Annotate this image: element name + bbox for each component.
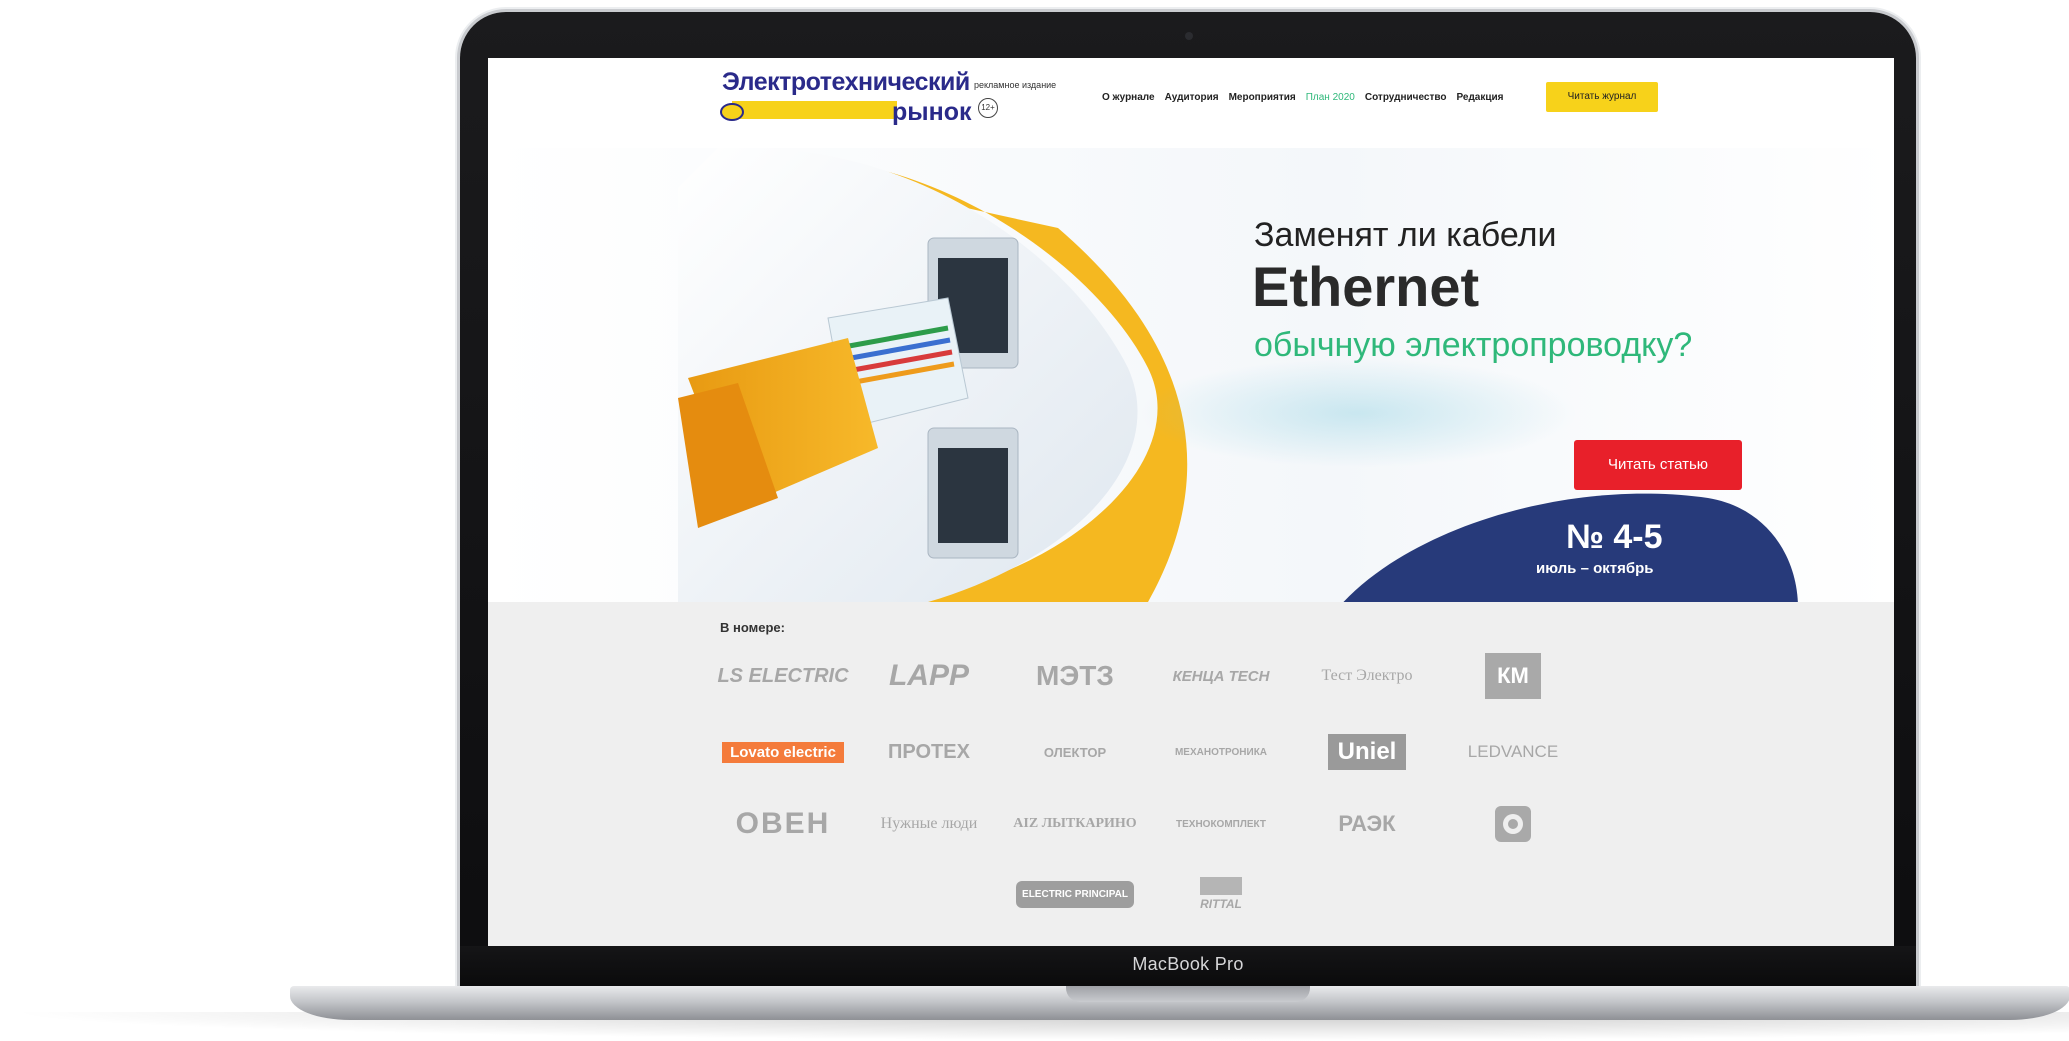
logo-line2: рынок	[892, 98, 972, 126]
partner-logo-olektor[interactable]: ОЛЕКТОР	[1010, 726, 1140, 778]
partner-logo-aiz[interactable]: AIZ ЛЫТКАРИНО	[1010, 798, 1140, 850]
partner-logo-ls-electric[interactable]: LS ELECTRIC	[717, 650, 848, 702]
partner-logo-tehnokomplekt[interactable]: ТЕХНОКОМПЛЕКТ	[1156, 798, 1286, 850]
partner-logo-uniel[interactable]: Uniel	[1302, 726, 1432, 778]
nav-item-events[interactable]: Мероприятия	[1229, 92, 1296, 103]
logo-disc-icon	[720, 103, 744, 121]
partner-logo-metz[interactable]: МЭТЗ	[1010, 650, 1140, 702]
issue-dates: июль – октябрь	[1536, 560, 1654, 577]
site-logo[interactable]: Электротехнический рынок	[720, 68, 972, 128]
partner-logo-test-elektro[interactable]: Тест Электро	[1302, 650, 1432, 702]
partner-logo-proteh[interactable]: ПРОТЕХ	[864, 726, 994, 778]
nav-item-about[interactable]: О журнале	[1102, 92, 1155, 103]
partner-logo-lovato[interactable]: Lovato electric	[718, 726, 848, 778]
logo-subtitle: рекламное издание	[974, 80, 1057, 90]
hero-title-line3: обычную электропроводку?	[1254, 326, 1693, 364]
age-rating-badge: 12+	[978, 98, 998, 118]
nav-item-editorial[interactable]: Редакция	[1456, 92, 1503, 103]
partner-logo-rittal[interactable]: RITTAL	[1156, 868, 1286, 920]
partner-logo-electric-principal[interactable]: ELECTRIC PRINCIPAL	[1010, 868, 1140, 920]
partner-logo-raek[interactable]: РАЭК	[1302, 798, 1432, 850]
logo-yellow-bar	[732, 101, 897, 119]
laptop-screen: Электротехнический рынок рекламное издан…	[488, 58, 1894, 950]
partner-logo-ledvance[interactable]: LEDVANCE	[1448, 726, 1578, 778]
site-header: Электротехнический рынок рекламное издан…	[488, 58, 1894, 149]
hero-title-line2: Ethernet	[1252, 255, 1480, 318]
issue-number: № 4-5	[1566, 518, 1663, 556]
partner-logo-oven[interactable]: ОВЕН	[718, 798, 848, 850]
logo-line1: Электротехнический	[722, 68, 970, 96]
partner-logo-lapp[interactable]: LAPP	[864, 650, 994, 702]
laptop-lid: Электротехнический рынок рекламное издан…	[460, 12, 1916, 984]
partners-section: В номере: LS ELECTRIC LAPP МЭТЗ КЕНЦА TE…	[488, 602, 1894, 950]
laptop-notch	[1066, 986, 1310, 1002]
partner-logo-mehanotronika[interactable]: МЕХАНОТРОНИКА	[1156, 726, 1286, 778]
main-nav: О журнале Аудитория Мероприятия План 202…	[1102, 92, 1504, 103]
camera-icon	[1185, 32, 1193, 40]
nav-item-audience[interactable]: Аудитория	[1165, 92, 1219, 103]
partner-logo-nuzhnye-lyudi[interactable]: Нужные люди	[864, 798, 994, 850]
laptop-chin: MacBook Pro	[460, 946, 1916, 988]
read-journal-button[interactable]: Читать журнал	[1546, 82, 1658, 112]
hero-title-line1: Заменят ли кабели	[1254, 216, 1557, 254]
nav-item-cooperation[interactable]: Сотрудничество	[1365, 92, 1447, 103]
partner-logo-emblem[interactable]	[1448, 798, 1578, 850]
nav-item-plan[interactable]: План 2020	[1306, 92, 1355, 103]
hero-banner: Заменят ли кабели Ethernet обычную элект…	[488, 148, 1894, 602]
emblem-icon	[1495, 806, 1531, 842]
partner-logo-km[interactable]: КМ	[1448, 650, 1578, 702]
partner-logo-kencia-tech[interactable]: КЕНЦА TECH	[1156, 650, 1286, 702]
device-label: MacBook Pro	[1132, 954, 1244, 974]
partners-title: В номере:	[720, 620, 785, 635]
